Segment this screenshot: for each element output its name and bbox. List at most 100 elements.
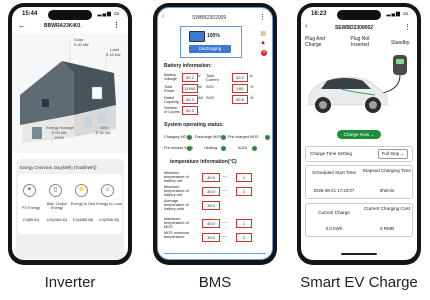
caption-smart-ev: Smart EV Charge [300,274,418,291]
status-dot [265,135,270,140]
row-unit: W [198,85,202,89]
soc-percent: 100% [207,33,220,39]
pv-energy-icon: ☀ [23,184,36,197]
dash: ---- [222,234,228,238]
temp-value: 40.0 [202,219,220,228]
stat-batt-value: 0.0(4484.42) [46,218,68,222]
ev-car-illustration [308,55,407,113]
temp-value: 40.0 [202,173,220,182]
load-value: 0.16 kW [106,52,121,57]
flag-label: Heating [204,146,218,150]
status-dot [187,135,192,140]
signal-wifi-battery-icon: ▂▄▆ ▭ [386,11,409,17]
side-icon-1[interactable]: ▤ [260,30,266,37]
status-dot [252,146,257,151]
charging-cost-value: 0 RMB [379,226,395,231]
temp-value: 30.0 [202,233,220,242]
temp-label: Minimum temperature of battery cell [164,171,189,183]
stat-pv-value: 0.0(85.61) [22,218,40,222]
caption-bms: BMS [198,274,232,291]
flag-label: ACIN [238,146,248,150]
temp-row: Minimum temperature of battery cell 30.0… [162,185,268,197]
start-value: 2025-08-21 17:23:07 [313,188,355,193]
battery-output-icon: ▯ [49,184,62,197]
flag-label: Pre-charged MOS [228,135,259,139]
temp-index: 2 [236,187,252,196]
stat-grid-value: 0.0(4486.08) [72,218,94,222]
device-id-title: BBWRA23K401 [44,23,81,29]
device-id-title: SWBB2302009 [192,15,227,21]
device-id-title: SEWBD2308002 [335,25,374,31]
stat-grid-label: Energy to Grid [70,202,96,206]
back-arrow-icon[interactable]: ‹ [305,23,307,30]
battery-icon [189,31,205,42]
inverter-phone: 15:44 ▂▄▆ ▭ ← BBWRA23K401 ⋮ Solar 0.00 k… [8,3,132,265]
bms-header: ‹ SWBB2302009 ⋮ [158,12,272,24]
battery-info-title: Battery information: [164,63,212,69]
dash: ---- [222,220,228,224]
chevron-down-icon: ⌄ [400,151,404,156]
row-value: 52.2 [182,73,198,82]
temp-row: Average temperature of battery cells 35.… [162,199,268,211]
home-indicator [341,253,377,255]
solar-value: 0.00 kW [74,42,89,47]
battery-row: Battery Voltage 52.2 V Total Current 52.… [162,73,268,82]
temp-index: 1 [236,219,252,228]
load-energy-icon: ⌂ [101,184,114,197]
back-arrow-icon[interactable]: ← [18,21,26,30]
row-unit: AH [198,96,204,100]
mode-plug-not-inserted[interactable]: Plug Not Inserted [345,36,375,48]
ev-header: ‹ SEWBD2308002 ⋮ [301,23,417,33]
current-charge-label: Current Charge [318,210,350,215]
start-label: Scheduled Start Time [312,170,356,175]
temp-row: Maximum temperature of MOS 40.0 ---- 1 [162,217,268,229]
row-value: 52.5 [232,95,248,104]
row-unit: % [250,96,254,100]
caption-inverter: Inverter [44,274,96,291]
more-menu-icon[interactable]: ⋮ [404,23,411,31]
bms-phone: ‹ SWBB2302009 ⋮ 100% Discharging ▤ ▲ × B… [153,3,277,265]
grid-value: 0.16 kW [96,130,111,135]
row-value: 100 [232,84,248,93]
row-value: 52.3 [182,106,198,115]
storage-percent: 100% [54,135,65,140]
bms-screen: ‹ SWBB2302009 ⋮ 100% Discharging ▤ ▲ × B… [157,7,273,260]
inverter-screen: 15:44 ▂▄▆ ▭ ← BBWRA23K401 ⋮ Solar 0.00 k… [12,7,128,260]
warning-icon[interactable]: ▲ [260,40,266,46]
discharging-badge: Discharging [189,45,231,53]
ev-screen: 16:23 ▂▄▆ ▭ ‹ SEWBD2308002 ⋮ Plug And Ch… [301,7,417,260]
more-menu-icon[interactable]: ⋮ [259,13,266,21]
charge-time-setting-label: Charge Time Setting [310,151,352,156]
row-label: Rated Capacity [164,96,179,104]
close-icon[interactable]: × [261,50,267,56]
row-value: 52.2 [232,73,248,82]
temp-value: 30.0 [202,187,220,196]
row-label: SOC [206,85,215,89]
stat-pv-label: PV Energy [21,206,41,210]
battery-row: Total Power 11000 W SOC 100 % [162,84,268,93]
charge-stats-card: Current Charge Current Charging Cost 0.0… [305,203,413,237]
flag-label: Discharge MOS [195,135,222,139]
stat-batt-label: Batt. Output Energy [46,202,68,210]
elapsed-label: Elapsed Charging Time [363,168,411,173]
full-stop-select[interactable]: Full Stop ⌄ [377,149,408,159]
back-arrow-icon[interactable]: ‹ [162,13,164,20]
charge-now-button[interactable]: Charge Now ⌄ [337,130,381,139]
stat-load-label: Energy to Load [96,202,122,206]
temp-index: 1 [236,173,252,182]
stat-load-value: 0.0(2506.43) [98,218,120,222]
system-status-title: System operating status: [164,122,224,128]
row-unit: V [198,74,201,78]
temp-label: MOS minimum temperature [164,231,190,239]
battery-row: Rated Capacity 52.3 AH SOH 52.5 % [162,95,268,104]
temp-value: 35.0 [202,201,220,210]
temp-label: Maximum temperature of MOS [164,217,189,229]
temp-index: 2 [236,233,252,242]
mode-standby[interactable]: Standby [391,40,409,46]
dash: ---- [222,174,228,178]
more-menu-icon[interactable]: ⋮ [113,21,120,29]
status-dot [187,146,192,151]
row-label: SOH [206,96,215,100]
mode-plug-and-charge[interactable]: Plug And Charge [305,36,333,48]
grid-energy-icon: ⚡ [75,184,88,197]
